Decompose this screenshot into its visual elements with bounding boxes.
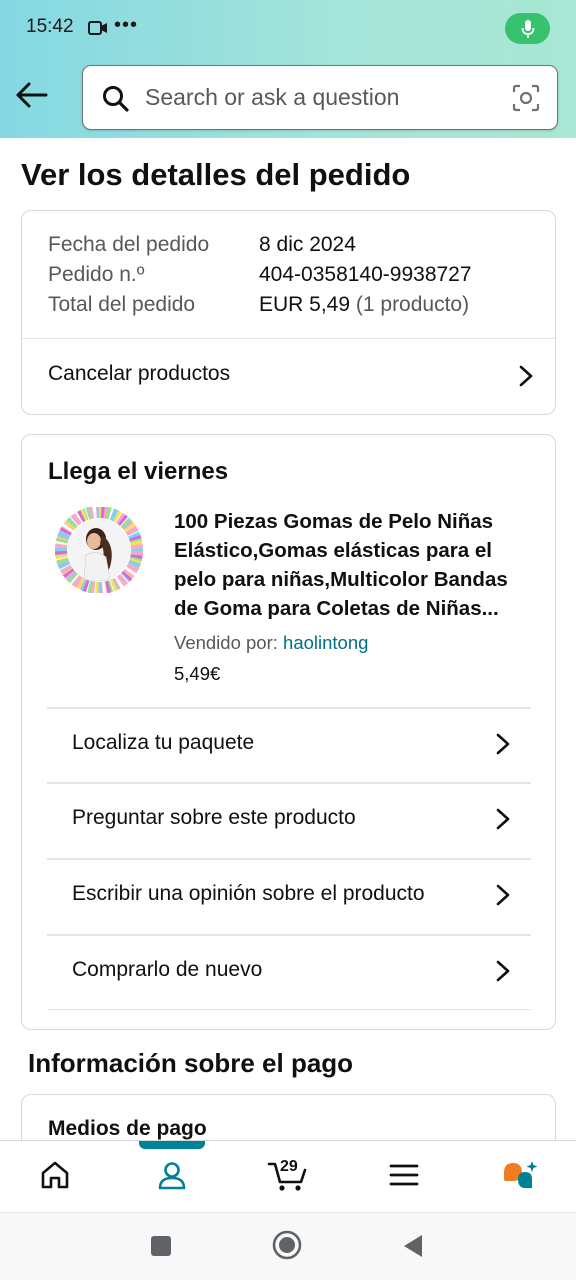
order-date-label: Fecha del pedido	[48, 233, 210, 256]
seller-link[interactable]: haolintong	[283, 632, 368, 653]
back-arrow-icon[interactable]	[14, 78, 50, 112]
order-total-label: Total del pedido	[48, 293, 196, 316]
payment-section-title: Información sobre el pago	[28, 1048, 354, 1078]
order-number-label: Pedido n.º	[48, 263, 145, 286]
search-input[interactable]: Search or ask a question	[82, 65, 558, 130]
nav-home[interactable]	[15, 1141, 95, 1213]
order-number-value: 404-0358140-9938727	[259, 263, 472, 286]
order-total-items: (1 producto)	[350, 293, 470, 316]
mic-active-indicator	[505, 13, 550, 44]
order-date-value: 8 dic 2024	[259, 233, 356, 256]
write-review-label: Escribir una opinión sobre el producto	[72, 882, 425, 905]
nav-rufus[interactable]	[480, 1141, 560, 1213]
write-review-row[interactable]: Escribir una opinión sobre el producto	[47, 860, 531, 934]
chevron-right-icon	[518, 364, 534, 388]
chevron-right-icon	[495, 959, 511, 983]
order-total-value: EUR 5,49 (1 producto)	[259, 293, 470, 316]
cancel-products-label: Cancelar productos	[48, 362, 231, 385]
home-button-icon[interactable]	[272, 1230, 302, 1265]
menu-icon	[389, 1162, 419, 1193]
system-nav-bar	[0, 1212, 576, 1280]
search-placeholder: Search or ask a question	[145, 84, 400, 110]
camera-search-icon[interactable]	[511, 83, 541, 113]
bottom-nav: 29	[0, 1140, 576, 1212]
buy-again-label: Comprarlo de nuevo	[72, 958, 263, 981]
nav-menu[interactable]	[364, 1141, 444, 1213]
sold-by: Vendido por: haolintong	[174, 632, 368, 654]
order-summary-card: Fecha del pedido 8 dic 2024 Pedido n.º 4…	[21, 210, 556, 415]
account-icon	[156, 1159, 188, 1196]
cart-count-badge: 29	[280, 1158, 298, 1175]
app-header: 15:42 ••• Search or ask a question	[0, 0, 576, 138]
arrival-heading: Llega el viernes	[48, 458, 229, 485]
ask-product-row[interactable]: Preguntar sobre este producto	[47, 784, 531, 858]
more-notifications-icon: •••	[114, 14, 139, 36]
cancel-products-row[interactable]: Cancelar productos	[22, 339, 555, 415]
status-time: 15:42	[26, 16, 74, 37]
chevron-right-icon	[495, 732, 511, 756]
nav-cart[interactable]	[248, 1141, 328, 1213]
back-button-icon[interactable]	[402, 1233, 424, 1264]
rufus-chat-icon	[500, 1157, 540, 1198]
track-package-row[interactable]: Localiza tu paquete	[47, 709, 531, 783]
product-title[interactable]: 100 Piezas Gomas de Pelo Niñas Elástico,…	[174, 507, 536, 623]
status-bar: 15:42 •••	[0, 0, 576, 56]
page-title: Ver los detalles del pedido	[21, 157, 411, 192]
chevron-right-icon	[495, 807, 511, 831]
recent-apps-icon[interactable]	[150, 1235, 172, 1262]
video-record-icon	[88, 20, 108, 36]
chevron-right-icon	[495, 883, 511, 907]
sold-by-label: Vendido por:	[174, 632, 284, 653]
track-package-label: Localiza tu paquete	[72, 731, 255, 754]
product-price: 5,49€	[174, 663, 221, 684]
search-icon	[101, 84, 131, 114]
shipment-card: Llega el viernes 100 Piezas Gomas de Pel…	[21, 434, 556, 1030]
divider	[47, 1009, 531, 1010]
ask-product-label: Preguntar sobre este producto	[72, 806, 356, 829]
nav-account[interactable]	[132, 1141, 212, 1213]
payment-methods-title: Medios de pago	[48, 1117, 207, 1140]
product-image[interactable]	[46, 506, 152, 594]
buy-again-row[interactable]: Comprarlo de nuevo	[47, 936, 531, 1010]
home-icon	[39, 1159, 71, 1196]
